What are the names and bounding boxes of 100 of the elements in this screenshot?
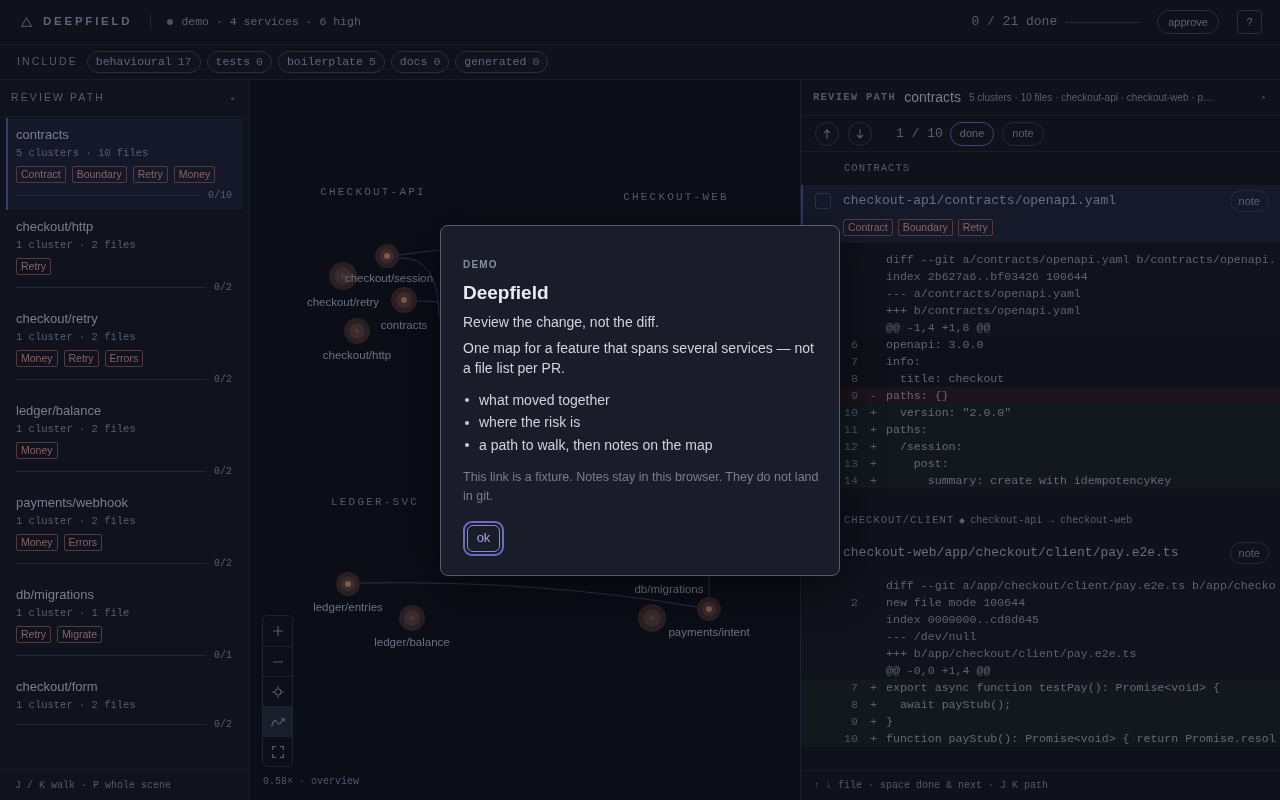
code-text: index 2b627a6..bf03426 100644: [886, 268, 1088, 285]
progress-count: 0/2: [214, 372, 232, 387]
dialog-note: This link is a fixture. Notes stay in this browser. They do not land in git.: [463, 468, 819, 505]
node-label: ledger/entries: [313, 600, 383, 614]
risk-tag: Money: [16, 350, 58, 367]
risk-tag: Errors: [104, 350, 144, 367]
node-label: checkout/http: [322, 348, 392, 362]
list-item-text: what moved together: [479, 390, 610, 410]
service-group-label: CHECKOUT-API: [320, 185, 426, 199]
diff-sign: +: [870, 697, 877, 711]
dialog-eyebrow: DEMO: [463, 258, 499, 272]
code-text: }: [886, 713, 893, 730]
include-label: INCLUDE: [17, 54, 78, 70]
code-text: diff --git a/contracts/openapi.yaml b/contracts/openapi.: [886, 251, 1276, 268]
file-path: checkout-web/app/checkout/client/pay.e2e.ts: [843, 544, 1179, 563]
filter-chip[interactable]: generated 0: [455, 51, 549, 73]
node-dot-icon[interactable]: [638, 604, 666, 632]
line-number: 2: [851, 594, 858, 611]
node-dot-icon[interactable]: [375, 244, 399, 268]
progress-count: 0/10: [208, 188, 232, 203]
review-path-item[interactable]: payments/webhook 1 cluster · 2 files Money Errors 0/2: [6, 486, 243, 578]
risk-tag: Contract: [843, 219, 893, 236]
risk-tag: Migrate: [57, 626, 103, 643]
line-number: 13: [844, 455, 858, 472]
node-label: contracts: [380, 318, 428, 332]
review-path-item[interactable]: checkout/retry 1 cluster · 2 files Money Retry Errors 0/2: [6, 302, 243, 394]
app-title: DEEPFIELD: [43, 14, 133, 30]
risk-tag: Retry: [16, 626, 52, 643]
line-number: 10: [844, 404, 858, 421]
sidebar-title: REVIEW PATH: [11, 90, 105, 106]
done-count: 0 / 21 done: [971, 13, 1058, 32]
path-button[interactable]: [263, 706, 292, 736]
node-label: checkout/retry: [306, 295, 380, 309]
panel-label: REVIEW PATH: [813, 89, 897, 105]
dialog-text: One map for a feature that spans several services — not a file list per PR.: [463, 339, 815, 378]
code-text: paths: {}: [886, 387, 949, 404]
code-text: paths:: [886, 421, 928, 438]
filter-chip[interactable]: tests 0: [206, 51, 272, 73]
progress-count: 0/2: [214, 280, 232, 295]
review-path-item[interactable]: checkout/http 1 cluster · 2 files Retry 0/2: [6, 210, 243, 302]
dialog-lead: Review the change, not the diff.: [463, 313, 660, 332]
scope-summary: demo · 4 services · 6 high: [181, 14, 361, 31]
node-dot-icon[interactable]: [336, 572, 360, 596]
filter-chip[interactable]: boilerplate 5: [277, 51, 385, 73]
curve-arrow-icon: [270, 716, 285, 727]
file-card[interactable]: checkout-api/contracts/openapi.yaml note Contract Boundary Retry: [801, 185, 1280, 243]
risk-tag: Retry: [132, 166, 168, 183]
diamond-icon: [959, 517, 966, 524]
code-text: title: checkout: [898, 370, 1005, 387]
code-text: +++ b/app/checkout/client/pay.e2e.ts: [886, 645, 1137, 662]
line-number: 8: [851, 370, 858, 387]
node-dot-icon[interactable]: [399, 605, 425, 631]
progress-count: 0/2: [214, 464, 232, 479]
diff-sign: +: [870, 714, 877, 728]
file-card[interactable]: checkout-web/app/checkout/client/pay.e2e.ts note: [801, 537, 1280, 569]
risk-tag: Money: [16, 534, 58, 551]
code-text: @@ -0,0 +1,4 @@: [886, 662, 991, 679]
code-text: /session:: [898, 438, 963, 455]
filter-chip[interactable]: docs 0: [390, 51, 450, 73]
node-dot-icon[interactable]: [697, 597, 721, 621]
dot-icon: [231, 96, 234, 100]
risk-tag: Boundary: [897, 219, 953, 236]
code-text: diff --git a/app/checkout/client/pay.e2e.ts b/app/checko: [886, 577, 1276, 594]
code-text: --- a/contracts/openapi.yaml: [886, 285, 1081, 302]
code-text: await payStub();: [898, 696, 1012, 713]
item-meta: 1 cluster · 2 files: [16, 422, 137, 436]
panel-title: contracts: [904, 88, 961, 107]
item-title: checkout/form: [16, 678, 99, 696]
code-text: info:: [886, 353, 921, 370]
service-group-label: LEDGER-SVC: [331, 495, 419, 509]
file-position: 1 / 10: [896, 124, 943, 143]
bullet-icon: [465, 398, 469, 403]
item-meta: 1 cluster · 2 files: [16, 330, 137, 344]
checkbox[interactable]: [815, 193, 831, 209]
node-dot-icon[interactable]: [344, 318, 370, 344]
diff-sign: +: [870, 731, 877, 745]
arrow-up-icon: [823, 128, 831, 139]
keyboard-hint: J / K walk · P whole scene: [15, 778, 172, 793]
item-meta: 1 cluster · 2 files: [16, 238, 137, 252]
section-title: CHECKOUT/CLIENT: [844, 512, 955, 528]
section-title: CONTRACTS: [844, 160, 911, 176]
help-button[interactable]: ?: [1237, 10, 1262, 34]
code-text: export async function testPay(): Promise<void> {: [886, 679, 1220, 696]
review-path-item[interactable]: db/migrations 1 cluster · 1 file Retry Migrate 0/1: [6, 578, 243, 670]
code-text: index 0000000..cd8d645: [886, 611, 1040, 628]
line-number: 12: [844, 438, 858, 455]
review-path-item[interactable]: ledger/balance 1 cluster · 2 files Money 0/2: [6, 394, 243, 486]
review-path-item[interactable]: checkout/form 1 cluster · 2 files 0/2: [6, 670, 243, 739]
review-path-item[interactable]: contracts 5 clusters · 10 files Contract Boundary Retry Money 0/10: [6, 118, 243, 210]
plus-icon: [272, 626, 283, 636]
code-text: @@ -1,4 +1,8 @@: [886, 319, 991, 336]
list-item-text: a path to walk, then notes on the map: [479, 435, 713, 455]
code-text: new file mode 100644: [886, 594, 1026, 611]
bullet-icon: [465, 443, 469, 448]
ok-button[interactable]: ok: [463, 520, 504, 556]
line-number: 9: [851, 387, 858, 404]
node-dot-icon[interactable]: [391, 287, 417, 313]
code-text: +++ b/contracts/openapi.yaml: [886, 302, 1081, 319]
item-meta: 1 cluster · 2 files: [16, 698, 137, 712]
filter-chip[interactable]: behavioural 17: [86, 51, 201, 73]
